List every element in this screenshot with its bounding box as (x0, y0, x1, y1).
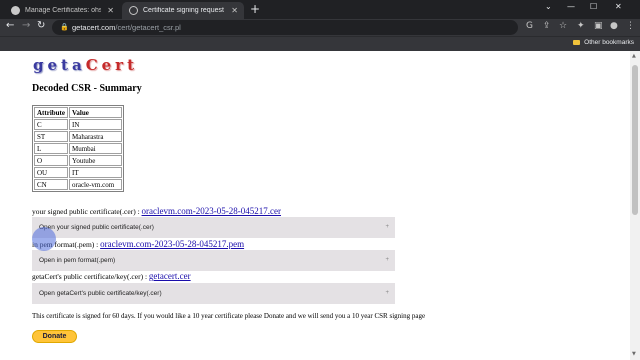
minimize-icon[interactable]: — (567, 2, 575, 11)
table-cell: CN (34, 179, 68, 190)
scroll-down-icon[interactable]: ▼ (632, 351, 636, 357)
getacert-key-row: getaCert's public certificate/key(.cer) … (32, 271, 191, 281)
close-icon[interactable]: ✕ (231, 6, 238, 15)
table-cell: Maharastra (69, 131, 122, 142)
table-cell: ST (34, 131, 68, 142)
table-row: C IN (34, 119, 122, 130)
signed-cert-label: your signed public certificate(.cer) : (32, 207, 140, 216)
plus-icon: + (385, 290, 389, 296)
close-window-icon[interactable]: ✕ (615, 2, 622, 11)
tab-manage-certificates[interactable]: Manage Certificates: ohs2 (Orac ✕ (4, 2, 120, 19)
info-text: This certificate is signed for 60 days. … (32, 312, 426, 320)
other-bookmarks[interactable]: Other bookmarks (573, 39, 634, 46)
url-host: getacert.com (72, 23, 116, 32)
table-row: ST Maharastra (34, 131, 122, 142)
address-bar[interactable]: 🔒 getacert.com/cert/getacert_csr.pl (52, 20, 518, 35)
getacert-key-accordion[interactable]: Open getaCert's public certificate/key(.… (32, 283, 395, 304)
maximize-icon[interactable]: ☐ (590, 2, 597, 11)
table-row: OU IT (34, 167, 122, 178)
globe-icon (129, 6, 138, 15)
close-icon[interactable]: ✕ (107, 6, 114, 15)
new-tab-button[interactable]: + (250, 2, 260, 16)
tab-title: Certificate signing request page (143, 7, 225, 14)
column-header: Value (69, 107, 122, 118)
table-cell: O (34, 155, 68, 166)
scroll-thumb[interactable] (632, 65, 638, 215)
table-cell: oracle-vm.com (69, 179, 122, 190)
folder-icon (573, 40, 581, 45)
page-title: Decoded CSR - Summary (32, 83, 142, 94)
other-bookmarks-label: Other bookmarks (584, 39, 634, 46)
logo-part-cert: Cert (85, 56, 139, 74)
table-row: L Mumbai (34, 143, 122, 154)
tab-certificate-signing-request[interactable]: Certificate signing request page ✕ (122, 2, 244, 19)
url-path: /cert/getacert_csr.pl (115, 23, 181, 32)
forward-arrow-icon[interactable]: → (22, 20, 30, 31)
column-header: Attribute (34, 107, 68, 118)
table-cell: L (34, 143, 68, 154)
pem-link[interactable]: oraclevm.com-2023-05-28-045217.pem (100, 239, 244, 249)
tab-strip: Manage Certificates: ohs2 (Orac ✕ Certif… (0, 0, 640, 19)
bookmarks-bar: Other bookmarks (0, 36, 640, 51)
page-scrollbar[interactable]: ▲ ▼ (630, 51, 640, 360)
plus-icon: + (385, 257, 389, 263)
signed-cert-row: your signed public certificate(.cer) : o… (32, 206, 281, 216)
profile-icon[interactable]: ● (610, 21, 618, 31)
accordion-label: Open in pem format(.pem) (39, 257, 116, 264)
getacert-key-label: getaCert's public certificate/key(.cer) … (32, 272, 148, 281)
signed-cert-link[interactable]: oraclevm.com-2023-05-28-045217.cer (142, 206, 281, 216)
tab-search-icon[interactable]: ⌄ (545, 2, 552, 11)
getacert-logo: getaCert (33, 56, 138, 74)
oracle-favicon-icon (11, 6, 20, 15)
extensions-icon[interactable]: ✦ (577, 21, 585, 31)
signed-cert-accordion[interactable]: Open your signed public certificate(.cer… (32, 217, 395, 238)
pem-row: in pem format(.pem) : oraclevm.com-2023-… (32, 239, 244, 249)
table-cell: IT (69, 167, 122, 178)
logo-part-geta: geta (33, 56, 86, 74)
getacert-key-link[interactable]: getacert.cer (149, 271, 191, 281)
table-cell: Mumbai (69, 143, 122, 154)
plus-icon: + (385, 224, 389, 230)
table-cell: OU (34, 167, 68, 178)
table-row: CN oracle-vm.com (34, 179, 122, 190)
star-icon[interactable]: ☆ (559, 21, 567, 31)
pem-accordion[interactable]: Open in pem format(.pem) + (32, 250, 395, 271)
menu-icon[interactable]: ⋮ (626, 21, 635, 31)
accordion-label: Open getaCert's public certificate/key(.… (39, 290, 162, 297)
back-arrow-icon[interactable]: ← (6, 20, 14, 31)
lock-icon[interactable]: 🔒 (60, 20, 69, 35)
donate-button[interactable]: Donate (32, 330, 77, 343)
reload-icon[interactable]: ↻ (37, 20, 45, 31)
share-icon[interactable]: ⇪ (543, 21, 551, 31)
scroll-up-icon[interactable]: ▲ (632, 53, 636, 59)
table-cell: C (34, 119, 68, 130)
page-content: getaCert Decoded CSR - Summary Attribute… (0, 51, 630, 360)
table-row: O Youtube (34, 155, 122, 166)
table-cell: Youtube (69, 155, 122, 166)
table-cell: IN (69, 119, 122, 130)
accordion-label: Open your signed public certificate(.cer… (39, 224, 154, 231)
csr-attribute-table: Attribute Value C IN ST Maharastra L Mum… (32, 105, 124, 192)
browser-toolbar: ← → ↻ 🔒 getacert.com/cert/getacert_csr.p… (0, 19, 640, 36)
cursor-highlight (32, 227, 56, 251)
sidebar-icon[interactable]: ▣ (594, 21, 603, 31)
google-icon[interactable]: G (526, 21, 533, 31)
table-header-row: Attribute Value (34, 107, 122, 118)
tab-title: Manage Certificates: ohs2 (Orac (25, 7, 102, 14)
